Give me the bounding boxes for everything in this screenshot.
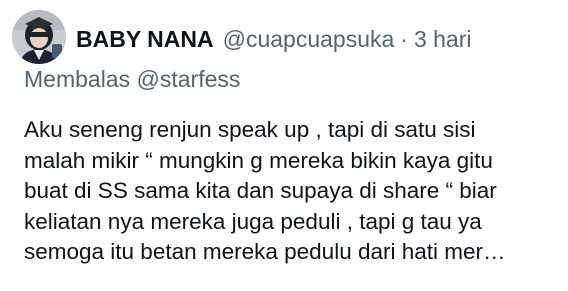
reply-prefix: Membalas bbox=[24, 66, 131, 92]
tweet-card[interactable]: BABY NANA @cuapcuapsuka · 3 hari Membala… bbox=[0, 0, 568, 291]
user-handle[interactable]: @cuapcuapsuka bbox=[223, 24, 395, 54]
tweet-text-line: malah mikir “ mungkin g mereka bikin kay… bbox=[24, 147, 493, 173]
reply-context: Membalas @starfess bbox=[24, 64, 240, 94]
tweet-text: Aku seneng renjun speak up , tapi di sat… bbox=[24, 115, 568, 268]
reply-target-handle[interactable]: @starfess bbox=[137, 66, 241, 92]
separator-dot: · bbox=[400, 26, 408, 52]
avatar[interactable] bbox=[12, 10, 66, 64]
tweet-text-line: keliatan nya mereka juga peduli , tapi g… bbox=[24, 208, 482, 234]
avatar-image bbox=[12, 10, 66, 64]
tweet-header: BABY NANA @cuapcuapsuka · 3 hari bbox=[76, 24, 472, 54]
post-time[interactable]: 3 hari bbox=[414, 24, 472, 54]
tweet-text-line: buat di SS sama kita dan supaya di share… bbox=[24, 178, 497, 203]
tweet-text-line: Aku seneng renjun speak up , tapi di sat… bbox=[24, 117, 476, 142]
display-name[interactable]: BABY NANA bbox=[76, 24, 214, 54]
tweet-text-line: semoga itu betan mereka pedulu dari hati… bbox=[24, 239, 506, 264]
